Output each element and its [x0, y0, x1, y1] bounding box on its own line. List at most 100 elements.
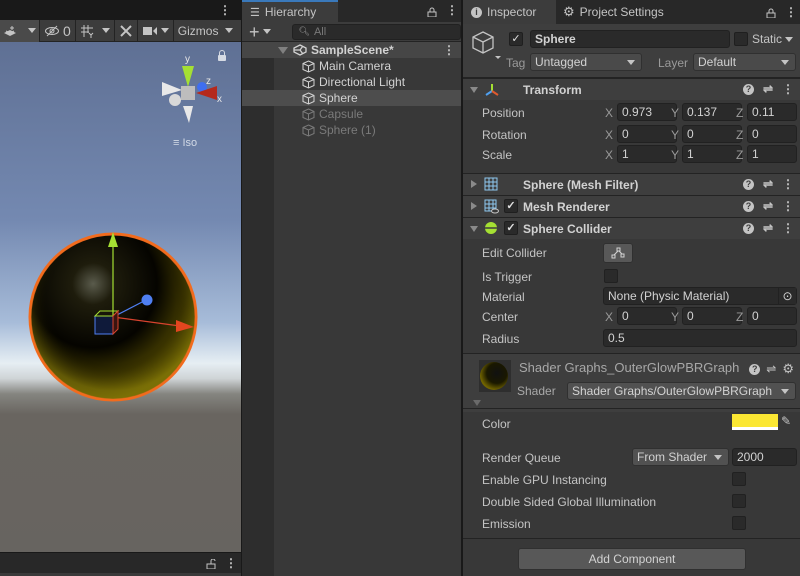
- projection-toggle[interactable]: ≡ Iso: [173, 137, 197, 149]
- component-menu-icon[interactable]: ⋮: [782, 199, 794, 213]
- gizmo-y-cone[interactable]: [182, 66, 194, 87]
- preset-icon[interactable]: ⇌: [763, 82, 773, 96]
- gizmo-neg-x-cone[interactable]: [162, 82, 182, 96]
- create-dropdown[interactable]: +: [249, 23, 279, 41]
- gameobject-icon[interactable]: [471, 30, 501, 62]
- rotation-y-input[interactable]: 0: [682, 125, 742, 143]
- render-queue-dropdown[interactable]: From Shader: [632, 448, 729, 466]
- mesh-filter-header[interactable]: Sphere (Mesh Filter) ? ⇌ ⋮: [463, 173, 800, 195]
- rotation-z-input[interactable]: 0: [747, 125, 797, 143]
- draw-mode-dropdown[interactable]: [0, 19, 40, 42]
- edit-collider-button[interactable]: [603, 243, 633, 263]
- preset-icon[interactable]: ⇌: [763, 177, 773, 191]
- tools-toggle[interactable]: [115, 19, 138, 42]
- move-center-box[interactable]: [94, 315, 114, 335]
- panel-menu-icon[interactable]: ⋮: [225, 556, 237, 570]
- material-header[interactable]: Shader Graphs_OuterGlowPBRGraph ? ⇌ ⚙ Sh…: [463, 354, 800, 412]
- mesh-renderer-header[interactable]: ✓ Mesh Renderer ? ⇌ ⋮: [463, 195, 800, 217]
- position-x-input[interactable]: 0.973: [617, 103, 677, 121]
- rotation-x-input[interactable]: 0: [617, 125, 677, 143]
- scene-row[interactable]: SampleScene* ⋮: [242, 42, 461, 58]
- component-menu-icon[interactable]: ⋮: [782, 82, 794, 96]
- hierarchy-item-main-camera[interactable]: Main Camera: [274, 58, 461, 74]
- selected-sphere-object[interactable]: [28, 232, 198, 402]
- scene-menu-icon[interactable]: ⋮: [443, 43, 455, 57]
- gizmos-dropdown[interactable]: Gizmos: [174, 20, 238, 42]
- static-checkbox[interactable]: [734, 32, 748, 46]
- emission-checkbox[interactable]: [732, 516, 746, 530]
- mesh-renderer-enabled-checkbox[interactable]: ✓: [504, 199, 518, 213]
- collapse-arrow-icon[interactable]: [470, 226, 478, 232]
- move-z-handle[interactable]: [141, 294, 153, 306]
- transform-header[interactable]: Transform ? ⇌ ⋮: [463, 78, 800, 100]
- hierarchy-item-sphere[interactable]: Sphere: [242, 90, 461, 106]
- tab-hierarchy[interactable]: ☰ Hierarchy: [242, 0, 338, 22]
- lock-icon[interactable]: [427, 7, 437, 17]
- help-icon[interactable]: ?: [742, 222, 754, 234]
- tab-project-settings[interactable]: ⚙ Project Settings: [563, 0, 664, 24]
- camera-settings-dropdown[interactable]: [138, 19, 174, 42]
- scene-panel-menu-icon[interactable]: ⋮: [219, 3, 231, 17]
- position-y-input[interactable]: 0.137: [682, 103, 742, 121]
- hierarchy-search-input[interactable]: 🔍︎ All: [291, 23, 461, 40]
- add-component-button[interactable]: Add Component: [518, 548, 746, 570]
- physic-material-field[interactable]: None (Physic Material) ⊙: [603, 287, 797, 305]
- sphere-collider-enabled-checkbox[interactable]: ✓: [504, 221, 518, 235]
- center-z-input[interactable]: 0: [747, 307, 797, 325]
- color-swatch[interactable]: [732, 414, 778, 430]
- preset-icon[interactable]: ⇌: [763, 221, 773, 235]
- layer-dropdown[interactable]: Default: [693, 53, 796, 71]
- tab-hierarchy-label: Hierarchy: [264, 5, 317, 19]
- gizmo-center-cube[interactable]: [181, 86, 195, 100]
- radius-input[interactable]: 0.5: [603, 329, 797, 347]
- scale-x-input[interactable]: 1: [617, 145, 677, 163]
- scale-z-input[interactable]: 1: [747, 145, 797, 163]
- scale-y-input[interactable]: 1: [682, 145, 742, 163]
- static-dropdown[interactable]: Static: [752, 32, 794, 46]
- gizmo-neg-y-cone[interactable]: [183, 106, 193, 123]
- component-menu-icon[interactable]: ⋮: [782, 177, 794, 191]
- render-queue-input[interactable]: 2000: [732, 448, 797, 466]
- lock-icon[interactable]: [766, 8, 776, 18]
- collapse-arrow-icon[interactable]: [473, 400, 481, 406]
- position-z-input[interactable]: 0.11: [747, 103, 797, 121]
- preset-icon[interactable]: ⇌: [763, 199, 773, 213]
- gpu-instancing-checkbox[interactable]: [732, 472, 746, 486]
- hierarchy-menu-icon[interactable]: ⋮: [446, 3, 458, 17]
- expand-arrow-icon[interactable]: [471, 180, 477, 188]
- help-icon[interactable]: ?: [742, 178, 754, 190]
- help-icon[interactable]: ?: [749, 363, 761, 375]
- center-y-input[interactable]: 0: [682, 307, 742, 325]
- shader-dropdown[interactable]: Shader Graphs/OuterGlowPBRGraph: [567, 382, 796, 400]
- tag-dropdown[interactable]: Untagged: [530, 53, 642, 71]
- gear-icon[interactable]: ⚙: [782, 361, 794, 377]
- scene-visibility-toggle[interactable]: 0: [40, 19, 76, 42]
- sphere-collider-header[interactable]: ✓ Sphere Collider ? ⇌ ⋮: [463, 217, 800, 239]
- eyedropper-icon[interactable]: ✎: [781, 414, 791, 428]
- center-x-input[interactable]: 0: [617, 307, 677, 325]
- tab-inspector[interactable]: i Inspector: [463, 0, 556, 24]
- collapse-arrow-icon[interactable]: [470, 87, 478, 93]
- preset-icon[interactable]: ⇌: [766, 362, 776, 376]
- orientation-gizmo[interactable]: y z x: [160, 52, 230, 127]
- hierarchy-item-directional-light[interactable]: Directional Light: [274, 74, 461, 90]
- lock-icon[interactable]: [206, 559, 216, 569]
- is-trigger-checkbox[interactable]: [604, 269, 618, 283]
- grid-snap-dropdown[interactable]: [76, 19, 115, 42]
- expand-arrow-icon[interactable]: [278, 46, 288, 54]
- component-menu-icon[interactable]: ⋮: [782, 221, 794, 235]
- double-sided-gi-checkbox[interactable]: [732, 494, 746, 508]
- help-icon[interactable]: ?: [742, 200, 754, 212]
- scene-viewport[interactable]: y z x ≡ Iso: [0, 42, 241, 552]
- expand-arrow-icon[interactable]: [471, 202, 477, 210]
- help-icon[interactable]: ?: [742, 83, 754, 95]
- gizmo-neg-z-handle[interactable]: [169, 94, 181, 106]
- inspector-menu-icon[interactable]: ⋮: [785, 5, 797, 19]
- gizmo-lock-icon[interactable]: [218, 50, 226, 61]
- hierarchy-item-capsule[interactable]: Capsule: [274, 106, 461, 122]
- axis-y-label: Y: [671, 148, 680, 162]
- object-picker-icon[interactable]: ⊙: [778, 288, 796, 304]
- gameobject-name-input[interactable]: Sphere: [530, 30, 730, 48]
- gameobject-active-checkbox[interactable]: ✓: [509, 32, 523, 46]
- hierarchy-item-sphere-1[interactable]: Sphere (1): [274, 122, 461, 138]
